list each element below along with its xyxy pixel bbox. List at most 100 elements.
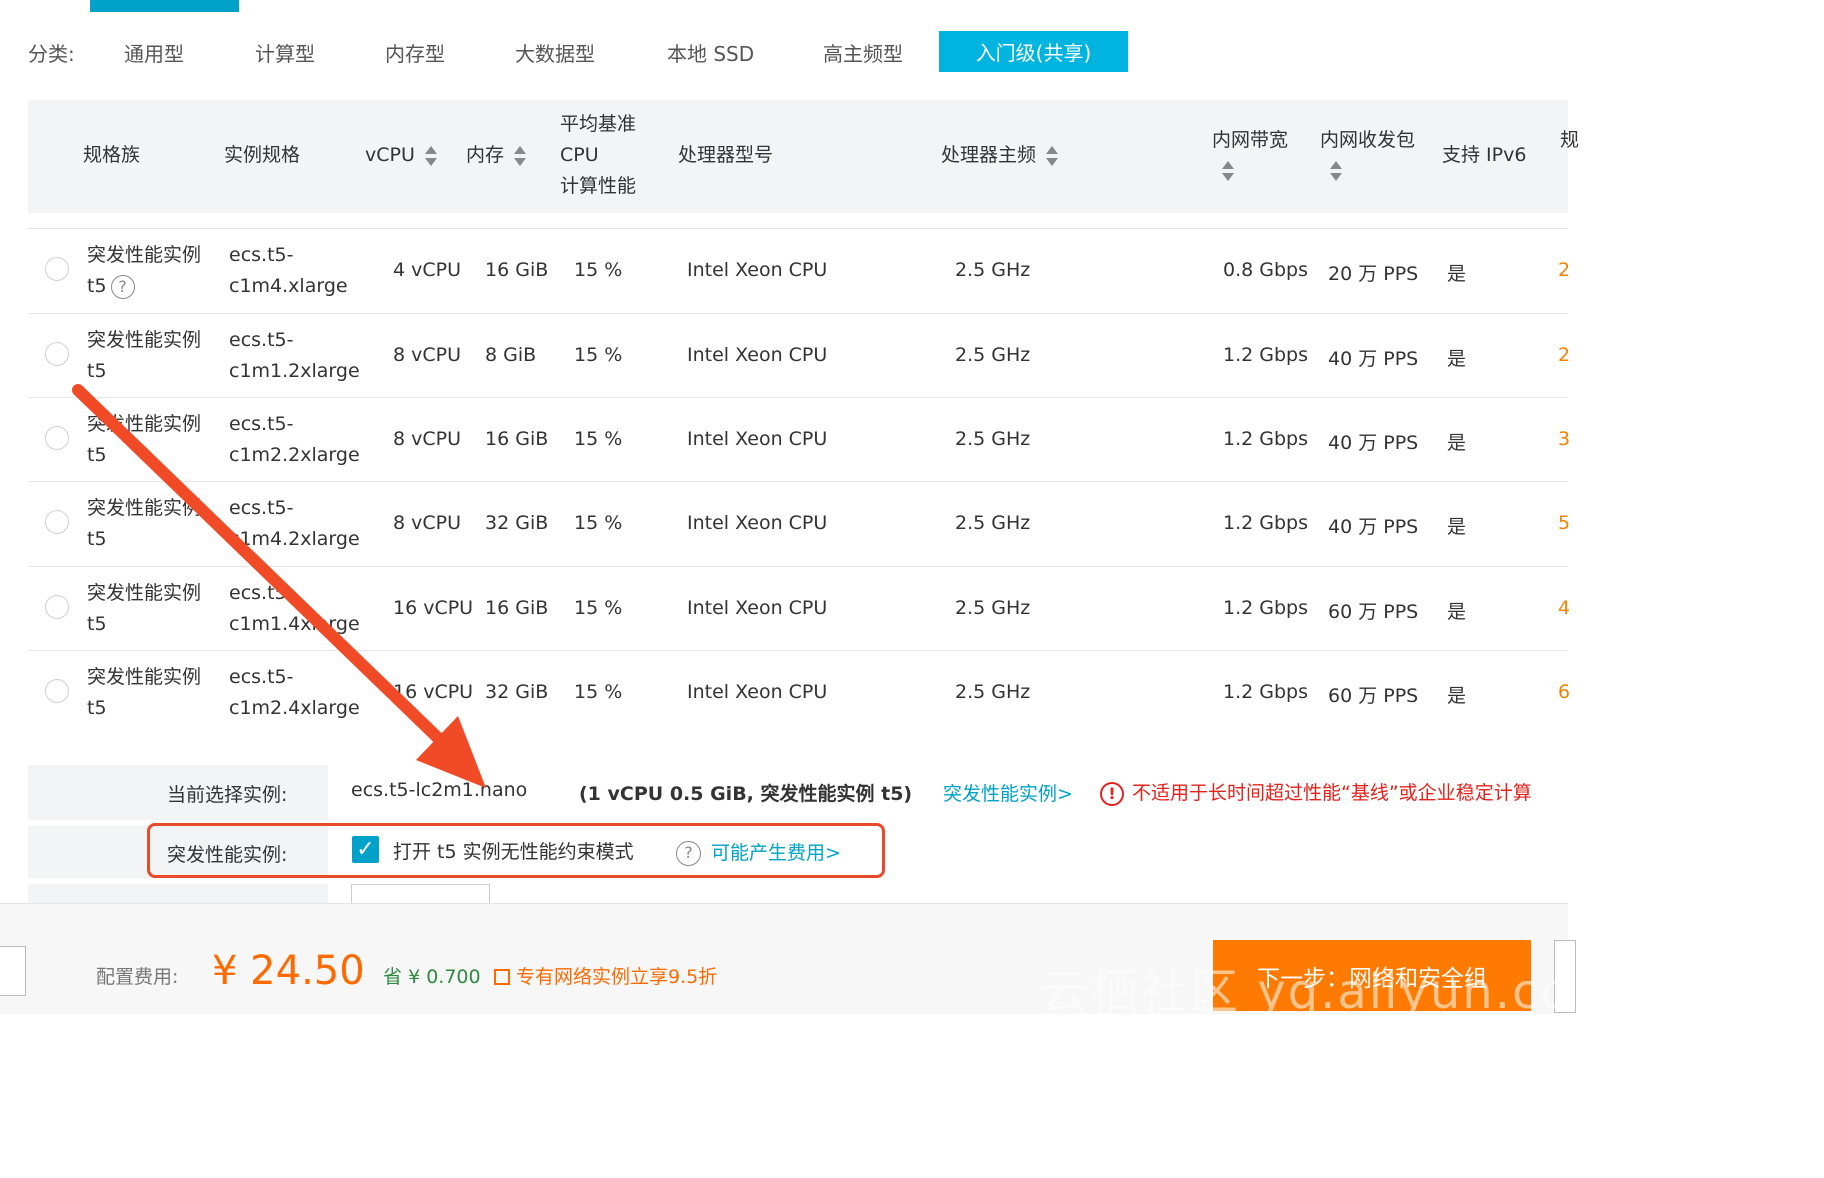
current-selection-label: 当前选择实例: xyxy=(167,784,288,806)
sort-icon[interactable] xyxy=(514,145,527,167)
table-row[interactable]: 突发性能实例 t5 ecs.t5- c1m1.2xlarge 8 vCPU 8 … xyxy=(28,313,1570,398)
cell-bandwidth: 0.8 Gbps xyxy=(1223,259,1308,281)
category-entry-shared[interactable]: 入门级(共享) xyxy=(939,31,1128,72)
cell-clock: 2.5 GHz xyxy=(955,344,1031,366)
save-label: 省 xyxy=(383,966,403,988)
cell-pps: 40 万 PPS xyxy=(1328,516,1419,538)
cell-cpu-model: Intel Xeon CPU xyxy=(687,597,828,619)
table-row[interactable]: 突发性能实例 t5? ecs.t5- c1m4.xlarge 4 vCPU 16… xyxy=(28,228,1571,313)
sort-icon[interactable] xyxy=(1046,145,1059,167)
category-label: 分类: xyxy=(28,42,75,66)
next-step-button[interactable]: 下一步：网络和安全组 xyxy=(1213,940,1531,1011)
row-radio[interactable] xyxy=(45,510,69,534)
row-radio[interactable] xyxy=(45,595,69,619)
spec-line1: ecs.t5- xyxy=(229,329,294,351)
footer-left-control[interactable] xyxy=(0,946,26,996)
cell-spec: ecs.t5- c1m2.4xlarge xyxy=(229,662,360,724)
header-clock[interactable]: 处理器主频 xyxy=(941,140,1059,171)
header-bandwidth-label: 内网带宽 xyxy=(1212,129,1289,151)
cell-family: 突发性能实例 t5 xyxy=(87,493,201,555)
category-memory[interactable]: 内存型 xyxy=(385,38,445,67)
category-compute[interactable]: 计算型 xyxy=(255,38,315,67)
cell-pps: 60 万 PPS xyxy=(1328,601,1419,623)
table-row[interactable]: 突发性能实例 t5 ecs.t5- c1m2.4xlarge 16 vCPU 3… xyxy=(28,650,1571,735)
category-high-frequency[interactable]: 高主频型 xyxy=(823,38,903,67)
cell-baseline: 15 % xyxy=(574,597,623,619)
burst-instance-link[interactable]: 突发性能实例> xyxy=(943,779,1073,806)
header-baseline: 平均基准 CPU 计算性能 xyxy=(560,109,636,202)
spec-line2: c1m1.4xlarge xyxy=(229,613,360,635)
cell-family: 突发性能实例 t5 xyxy=(87,325,201,387)
header-vcpu-label: vCPU xyxy=(365,144,415,166)
header-vcpu[interactable]: vCPU xyxy=(365,140,437,171)
row-radio[interactable] xyxy=(45,679,69,703)
category-local-ssd[interactable]: 本地 SSD xyxy=(667,38,754,67)
cell-bandwidth: 1.2 Gbps xyxy=(1223,681,1308,703)
current-selection-value: ecs.t5-lc2m1.nano xyxy=(351,779,528,801)
cell-vcpu: 4 vCPU xyxy=(393,259,462,281)
cell-clock: 2.5 GHz xyxy=(955,428,1031,450)
table-row[interactable]: 突发性能实例 t5 ecs.t5- c1m4.2xlarge 8 vCPU 32… xyxy=(28,481,1570,566)
spec-line1: ecs.t5- xyxy=(229,497,294,519)
cell-ipv6: 是 xyxy=(1447,685,1467,707)
next-row-label-bg xyxy=(28,884,328,904)
cell-spec: ecs.t5- c1m1.2xlarge xyxy=(229,325,360,387)
sort-icon[interactable] xyxy=(424,145,437,167)
cell-spec: ecs.t5- c1m2.2xlarge xyxy=(229,409,360,471)
cell-clock: 2.5 GHz xyxy=(955,259,1031,281)
spec-line2: c1m1.2xlarge xyxy=(229,360,360,382)
family-name: 突发性能实例 xyxy=(87,497,202,519)
table-row[interactable]: 突发性能实例 t5 ecs.t5- c1m2.2xlarge 8 vCPU 16… xyxy=(28,397,1570,482)
footer-right-button[interactable] xyxy=(1554,940,1576,1013)
fee-amount: ¥ 24.50 xyxy=(212,948,365,994)
cell-bandwidth: 1.2 Gbps xyxy=(1223,512,1308,534)
cell-vcpu: 16 vCPU xyxy=(393,597,474,619)
table-row[interactable]: 突发性能实例 t5 ecs.t5- c1m1.4xlarge 16 vCPU 1… xyxy=(28,566,1570,651)
cell-extra: 2 xyxy=(1558,259,1571,281)
footer-bar: 配置费用: ¥ 24.50 省 ¥ 0.700 专有网络实例立享9.5折 下一步… xyxy=(0,903,1619,1020)
cell-extra: 6 xyxy=(1558,681,1571,703)
row-radio[interactable] xyxy=(45,342,69,366)
cell-cpu-model: Intel Xeon CPU xyxy=(687,428,828,450)
promo-text: 专有网络实例立享9.5折 xyxy=(516,966,718,988)
cell-cpu-model: Intel Xeon CPU xyxy=(687,344,828,366)
sort-icon[interactable] xyxy=(1222,160,1234,182)
cell-pps: 20 万 PPS xyxy=(1328,263,1419,285)
family-code: t5 xyxy=(87,528,107,550)
warning-text: 不适用于长时间超过性能“基线”或企业稳定计算 xyxy=(1132,782,1532,804)
header-memory[interactable]: 内存 xyxy=(466,140,527,171)
cell-clock: 2.5 GHz xyxy=(955,512,1031,534)
category-general[interactable]: 通用型 xyxy=(124,38,184,67)
row-radio[interactable] xyxy=(45,426,69,450)
header-bandwidth[interactable]: 内网带宽 xyxy=(1212,125,1288,182)
header-pps[interactable]: 内网收发包 xyxy=(1320,125,1415,182)
family-name: 突发性能实例 xyxy=(87,666,202,688)
cell-vcpu: 16 vCPU xyxy=(393,681,474,703)
annotation-highlight-box xyxy=(147,823,885,878)
cell-vcpu: 8 vCPU xyxy=(393,428,462,450)
family-code: t5 xyxy=(87,275,107,297)
cell-pps: 40 万 PPS xyxy=(1328,348,1419,370)
cell-pps: 40 万 PPS xyxy=(1328,432,1419,454)
header-baseline-line2: CPU xyxy=(560,144,599,166)
top-tab-strip xyxy=(0,0,1568,12)
warning-message: ! 不适用于长时间超过性能“基线”或企业稳定计算 xyxy=(1100,778,1532,806)
category-bigdata[interactable]: 大数据型 xyxy=(515,38,595,67)
cell-cpu-model: Intel Xeon CPU xyxy=(687,681,828,703)
cell-family: 突发性能实例 t5? xyxy=(87,240,201,302)
cell-ipv6: 是 xyxy=(1447,516,1467,538)
current-selection-detail: (1 vCPU 0.5 GiB, 突发性能实例 t5) xyxy=(579,783,913,805)
family-name: 突发性能实例 xyxy=(87,582,202,604)
row-radio[interactable] xyxy=(45,257,69,281)
cell-spec: ecs.t5- c1m4.xlarge xyxy=(229,240,348,302)
spec-line2: c1m4.xlarge xyxy=(229,275,348,297)
top-tab-active[interactable] xyxy=(90,0,239,12)
sort-icon[interactable] xyxy=(1330,160,1342,182)
cell-cpu-model: Intel Xeon CPU xyxy=(687,512,828,534)
family-code: t5 xyxy=(87,444,107,466)
cell-family: 突发性能实例 t5 xyxy=(87,409,201,471)
family-code: t5 xyxy=(87,697,107,719)
help-icon[interactable]: ? xyxy=(110,274,135,299)
header-baseline-line3: 计算性能 xyxy=(560,175,637,197)
cell-family: 突发性能实例 t5 xyxy=(87,662,201,724)
